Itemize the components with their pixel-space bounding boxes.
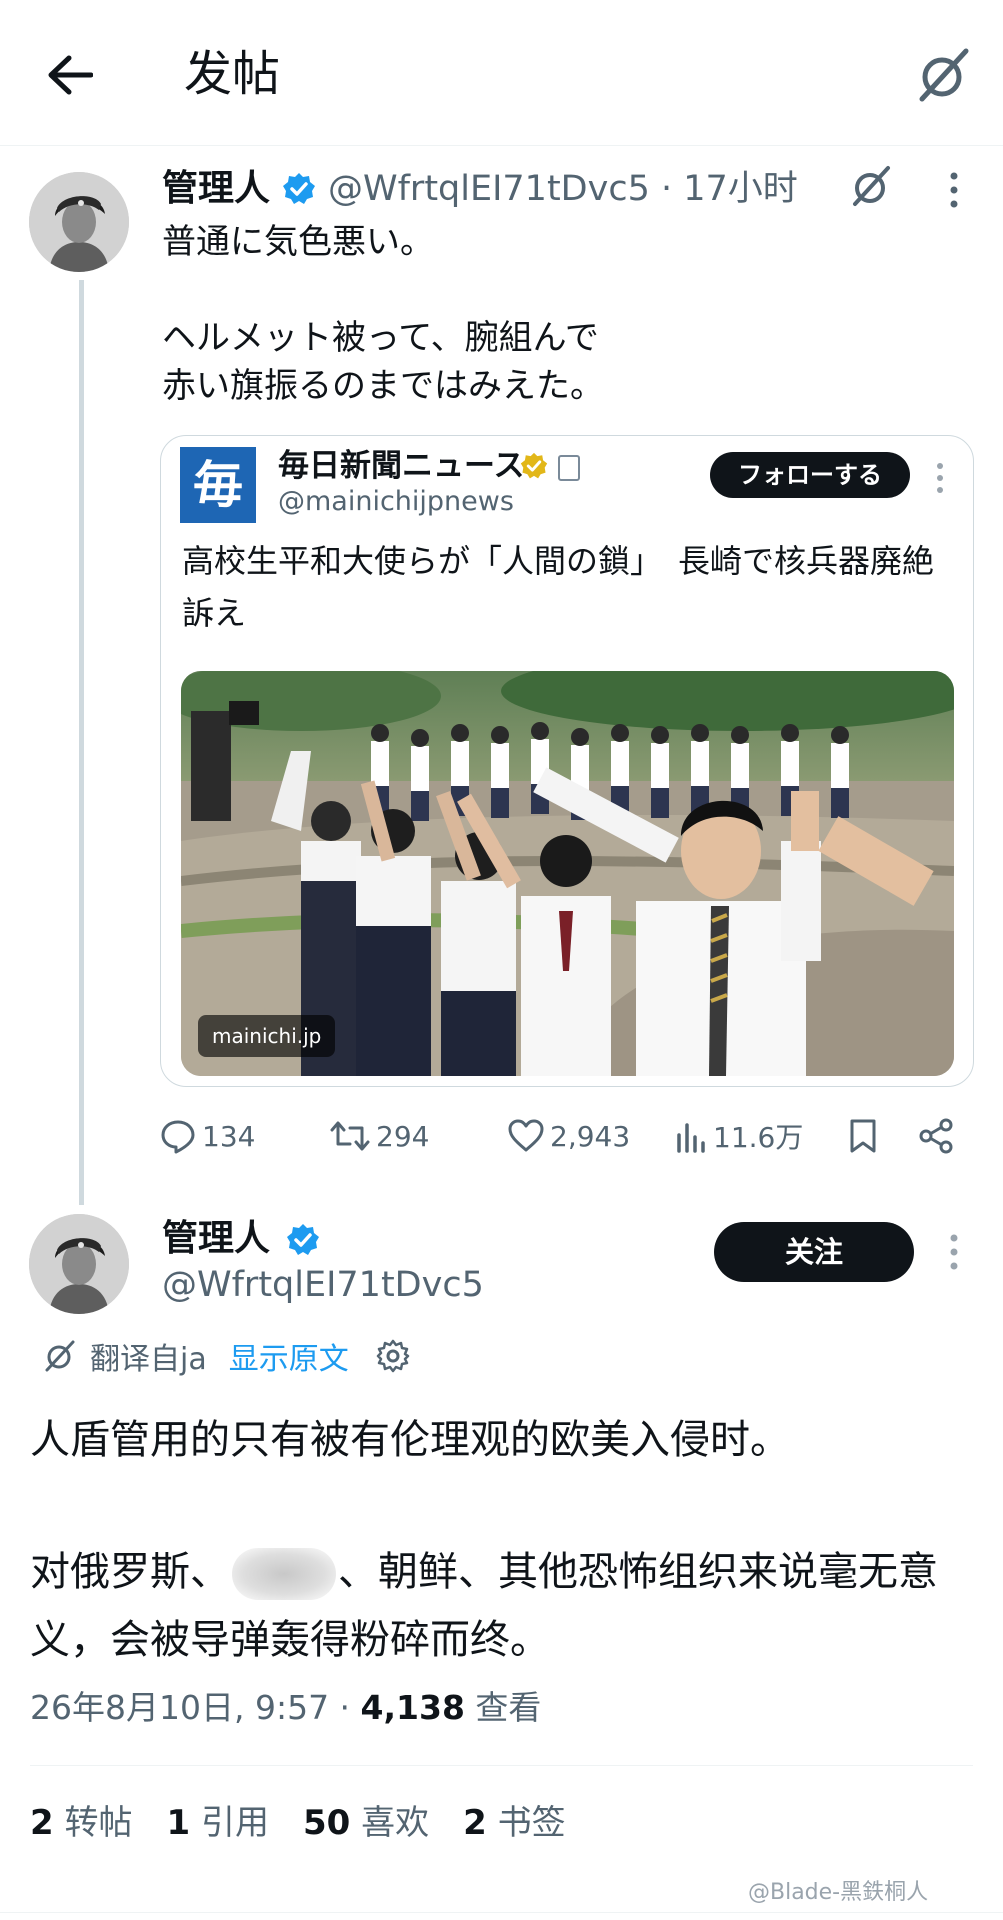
analytics-bars-icon (677, 1123, 705, 1153)
bookmark-button[interactable] (848, 1112, 884, 1160)
more-vertical-icon (950, 172, 958, 208)
avatar-portrait-icon (29, 172, 129, 272)
stat-quotes-label: 引用 (200, 1803, 269, 1843)
stat-bookmarks-num: 2 (463, 1803, 487, 1843)
post-view-label: 查看 (464, 1688, 542, 1727)
post-text-paragraph-2: 对俄罗斯、 、朝鲜、其他恐怖组织来说毫无意义，会被导弹轰得粉碎而终。 (30, 1538, 980, 1674)
show-original-link[interactable]: 显示原文 (229, 1334, 349, 1378)
back-button[interactable] (40, 45, 100, 105)
repost-button[interactable]: 294 (330, 1112, 429, 1160)
reply-button[interactable]: 134 (160, 1112, 255, 1160)
reply-icon (161, 1120, 195, 1154)
avatar-portrait-icon (29, 1214, 129, 1314)
quoted-author-name[interactable]: 毎日新聞ニュース (278, 446, 524, 486)
grok-icon (919, 48, 969, 102)
author-name[interactable]: 管理人 (162, 166, 270, 212)
more-vertical-icon (937, 463, 943, 493)
verified-badge-icon (286, 1223, 320, 1257)
more-options-button[interactable] (934, 168, 974, 212)
stat-reposts-num: 2 (30, 1803, 54, 1843)
post-text-before-redaction: 对俄罗斯、 (30, 1549, 230, 1595)
affiliate-badge-icon (558, 455, 580, 481)
stat-quotes-num: 1 (166, 1803, 191, 1843)
grok-icon (853, 166, 890, 206)
post-view-count: 4,138 (360, 1688, 465, 1727)
page-title: 发帖 (184, 46, 281, 102)
like-count: 2,943 (550, 1119, 631, 1153)
views-button[interactable]: 11.6万 (675, 1112, 803, 1160)
author-handle[interactable]: @WfrtqlEI71tDvc5 (162, 1262, 484, 1308)
repost-count: 294 (376, 1119, 430, 1153)
follow-button[interactable]: 关注 (714, 1222, 914, 1282)
stat-bookmarks[interactable]: 2 书签 (463, 1798, 565, 1848)
share-icon (919, 1118, 953, 1154)
avatar[interactable] (29, 1214, 129, 1314)
divider (0, 1912, 1003, 1913)
grok-button[interactable] (912, 43, 976, 107)
view-count: 11.6万 (713, 1121, 804, 1154)
translation-row: 翻译自ja 显示原文 (42, 1333, 423, 1379)
grok-explain-button[interactable] (848, 162, 896, 210)
thread-connector (79, 280, 84, 1205)
author-handle-time[interactable]: @WfrtqlEI71tDvc5 · 17小时 (328, 166, 798, 212)
repost-icon (330, 1121, 370, 1151)
more-options-button[interactable] (930, 458, 950, 498)
post-text: 普通に気色悪い。 ヘルメット被って、腕組んで 赤い旗振るのまではみえた。 (162, 222, 604, 406)
stat-bookmarks-label: 书签 (497, 1803, 566, 1843)
verified-badge-icon (282, 172, 316, 206)
follow-button[interactable]: フォローする (710, 452, 910, 498)
stat-likes[interactable]: 50 喜欢 (303, 1798, 429, 1848)
stat-reposts-label: 转帖 (64, 1803, 133, 1843)
like-button[interactable]: 2,943 (508, 1112, 630, 1160)
share-button[interactable] (918, 1112, 960, 1160)
quoted-account-logo[interactable]: 毎 (180, 447, 256, 523)
author-name[interactable]: 管理人 (162, 1216, 270, 1262)
stat-reposts[interactable]: 2 转帖 (30, 1798, 132, 1848)
translated-from-label: 翻译自ja (90, 1342, 207, 1377)
post-text-line-1: 人盾管用的只有被有伦理观的欧美入侵时。 (30, 1417, 790, 1463)
redacted-blur (232, 1548, 336, 1600)
grok-translate-icon (45, 1340, 75, 1372)
bookmark-icon (850, 1119, 876, 1153)
gold-verified-badge-icon (520, 452, 548, 480)
photo-source-badge: mainichi.jp (198, 1015, 336, 1057)
divider (30, 1765, 973, 1766)
top-bar (0, 0, 1003, 146)
more-vertical-icon (950, 1234, 958, 1270)
post-timestamp[interactable]: 26年8月10日, 9:57 · (30, 1688, 361, 1727)
stat-quotes[interactable]: 1 引用 (166, 1798, 268, 1848)
weibo-watermark: @Blade-黑鉄桐人 (748, 1880, 929, 1905)
stat-likes-num: 50 (302, 1803, 351, 1843)
quoted-post-text: 高校生平和大使らが「人間の鎖」 長崎で核兵器廃絶訴え (182, 542, 935, 632)
back-arrow-icon (48, 55, 93, 95)
reply-count: 134 (202, 1119, 256, 1153)
heart-icon (508, 1119, 544, 1152)
more-options-button[interactable] (934, 1230, 974, 1274)
avatar[interactable] (29, 172, 129, 272)
post-meta: 26年8月10日, 9:57 · 4,138 查看 (30, 1684, 541, 1732)
stat-likes-label: 喜欢 (361, 1803, 430, 1843)
gear-icon[interactable] (375, 1338, 411, 1374)
engagement-stats: 2 转帖 1 引用 50 喜欢 2 书签 (30, 1798, 600, 1848)
quoted-author-handle[interactable]: @mainichijpnews (278, 484, 514, 520)
